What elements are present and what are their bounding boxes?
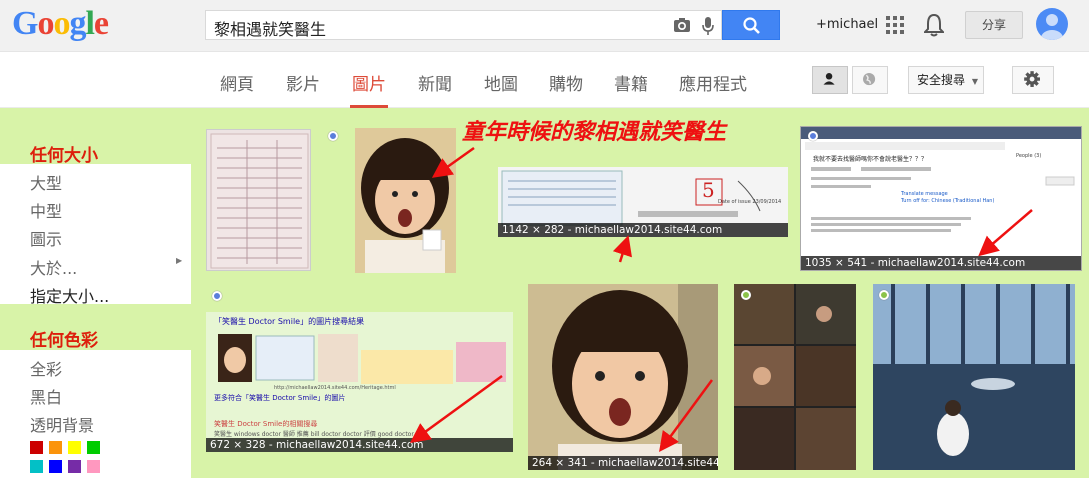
search-button[interactable]: [722, 10, 780, 40]
google-logo[interactable]: Google: [12, 5, 109, 43]
user-link[interactable]: +michael: [816, 17, 878, 32]
personal-results-button[interactable]: [812, 66, 848, 94]
color-swatch[interactable]: [87, 441, 100, 454]
image-result[interactable]: 我就不要去找醫師嗎你不會說老醫生？？？ Translate message Tu…: [800, 126, 1082, 271]
size-option-larger-than[interactable]: 大於...: [30, 255, 77, 279]
logo-letter: e: [93, 5, 109, 42]
image-result[interactable]: [873, 284, 1075, 470]
search-tabs: 網頁 影片 圖片 新聞 地圖 購物 書籍 應用程式 安全搜尋 ▼: [0, 52, 1089, 108]
dropdown-arrow-icon: ▼: [971, 77, 978, 86]
image-result[interactable]: 5 Date of issue 23/09/2014 1142 × 282 - …: [498, 167, 788, 237]
girl-photo: [355, 128, 456, 273]
gmail-title-text: 我就不要去找醫師嗎你不會說老醫生？？？: [813, 155, 927, 163]
size-option-medium[interactable]: 中型: [30, 198, 62, 222]
gmail-people-text: People (3): [1016, 153, 1041, 159]
logo-letter: g: [69, 5, 86, 42]
image-size-label: 1035 × 541 - michaellaw2014.site44.com: [801, 256, 1081, 270]
share-button[interactable]: 分享: [965, 11, 1023, 39]
svg-text:5: 5: [702, 178, 715, 202]
size-option-large[interactable]: 大型: [30, 170, 62, 194]
search-page-image: 「笑醫生 Doctor Smile」的圖片搜尋結果 http://michael…: [206, 312, 513, 452]
color-option-bw[interactable]: 黑白: [30, 384, 62, 408]
search-page-title-text: 「笑醫生 Doctor Smile」的圖片搜尋結果: [214, 316, 364, 326]
logo-letter: o: [37, 5, 54, 42]
image-size-label: 1142 × 282 - michaellaw2014.site44.com: [498, 223, 788, 237]
apps-grid-icon[interactable]: [886, 16, 904, 34]
color-swatch[interactable]: [49, 441, 62, 454]
camera-icon[interactable]: [673, 17, 691, 33]
color-swatch[interactable]: [87, 460, 100, 473]
card-date-text: Date of issue 23/09/2014: [718, 199, 781, 205]
color-option-transparent[interactable]: 透明背景: [30, 412, 94, 436]
microphone-icon[interactable]: [701, 16, 715, 36]
tab-apps[interactable]: 應用程式: [679, 70, 747, 95]
global-results-button[interactable]: [852, 66, 888, 94]
search-icon: [743, 17, 760, 34]
settings-button[interactable]: [1012, 66, 1054, 94]
tab-shopping[interactable]: 購物: [549, 70, 583, 95]
user-avatar-icon: [1041, 14, 1063, 40]
color-option-full[interactable]: 全彩: [30, 356, 62, 380]
gmail-turn-off-link: Turn off for: Chinese (Traditional Han): [900, 198, 994, 204]
tab-videos[interactable]: 影片: [286, 70, 320, 95]
girl-photo-large: [528, 284, 718, 470]
search-page-url-text: http://michaellaw2014.site44.com/Heritag…: [274, 385, 396, 391]
person-icon: [823, 73, 835, 85]
image-result[interactable]: 「笑醫生 Doctor Smile」的圖片搜尋結果 http://michael…: [206, 312, 513, 452]
search-input[interactable]: 黎相遇就笑醫生: [205, 10, 722, 40]
pin-icon[interactable]: [212, 291, 222, 301]
annotation-caption: 童年時候的黎相遇就笑醫生: [462, 119, 727, 145]
image-result[interactable]: 264 × 341 - michaellaw2014.site44.com: [528, 284, 718, 470]
image-size-label: 672 × 328 - michaellaw2014.site44.com: [206, 438, 513, 452]
color-swatch[interactable]: [68, 441, 81, 454]
top-bar: Google 黎相遇就笑醫生 +michael 分享: [0, 0, 1089, 52]
color-swatch[interactable]: [49, 460, 62, 473]
tab-web[interactable]: 網頁: [220, 70, 254, 95]
tab-maps[interactable]: 地圖: [484, 70, 518, 95]
search-page-related-text: 笑醫生 Doctor Smile的相關搜尋: [214, 419, 317, 428]
submenu-arrow-icon: ▶: [176, 256, 183, 265]
color-filter-panel: [0, 350, 191, 478]
size-option-icon[interactable]: 圖示: [30, 226, 62, 250]
search-page-snippet-text: 笑醫生 windows doctor 醫師 推薦 bill doctor doc…: [214, 430, 414, 438]
pin-icon[interactable]: [879, 290, 889, 300]
avatar[interactable]: [1036, 8, 1068, 40]
logo-letter: l: [85, 5, 95, 42]
notifications-bell-icon[interactable]: [924, 13, 944, 37]
image-result[interactable]: [734, 284, 856, 470]
pin-icon[interactable]: [808, 131, 818, 141]
color-swatch[interactable]: [30, 441, 43, 454]
size-filter-heading[interactable]: 任何大小: [30, 141, 98, 166]
gmail-translate-link: Translate message: [900, 191, 948, 197]
tab-images[interactable]: 圖片: [352, 70, 386, 95]
logo-letter: o: [53, 5, 70, 42]
pin-icon[interactable]: [741, 290, 751, 300]
image-result[interactable]: [355, 128, 456, 273]
blue-room-photo: [873, 284, 1075, 470]
color-swatch[interactable]: [30, 460, 43, 473]
movie-stills-grid: [734, 284, 856, 470]
search-query: 黎相遇就笑醫生: [214, 20, 327, 39]
safe-search-label: 安全搜尋: [917, 73, 966, 87]
receipt-image: [210, 133, 309, 269]
tab-books[interactable]: 書籍: [614, 70, 648, 95]
logo-letter: G: [12, 5, 38, 42]
image-result[interactable]: [206, 129, 311, 271]
color-filter-heading[interactable]: 任何色彩: [30, 326, 98, 351]
gmail-screenshot: 我就不要去找醫師嗎你不會說老醫生？？？ Translate message Tu…: [801, 127, 1081, 270]
safe-search-dropdown[interactable]: 安全搜尋 ▼: [908, 66, 984, 94]
tab-news[interactable]: 新聞: [418, 70, 452, 95]
globe-icon: [863, 73, 876, 86]
size-option-exact[interactable]: 指定大小...: [30, 283, 109, 307]
gear-icon: [1024, 71, 1040, 87]
pin-icon[interactable]: [328, 131, 338, 141]
color-swatch[interactable]: [68, 460, 81, 473]
search-page-more-text: 更多符合「笑醫生 Doctor Smile」的圖片: [214, 393, 345, 402]
image-size-label: 264 × 341 - michaellaw2014.site44.com: [528, 456, 718, 470]
